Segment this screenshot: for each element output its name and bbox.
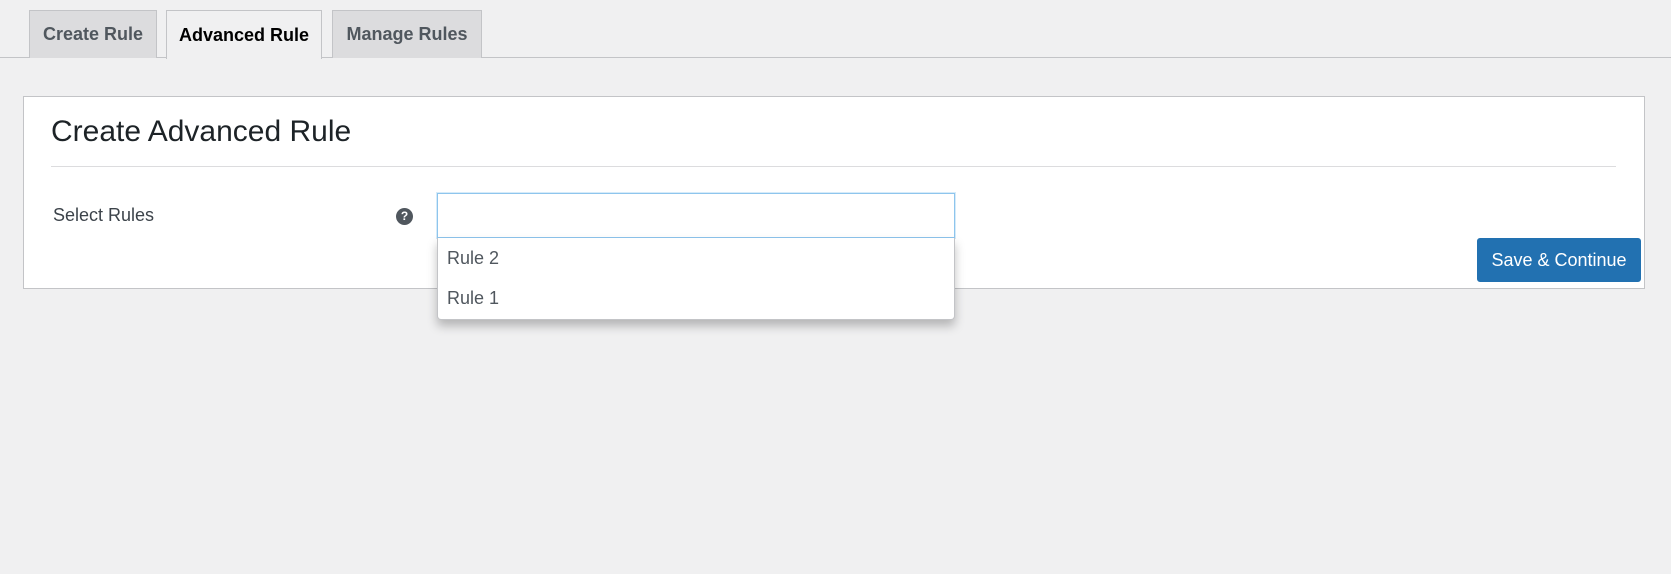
- dropdown-option-rule-2[interactable]: Rule 2: [438, 238, 954, 278]
- advanced-rule-panel: Create Advanced Rule Select Rules ? Rule…: [23, 96, 1645, 320]
- tab-advanced-rule[interactable]: Advanced Rule: [166, 10, 322, 59]
- rules-dropdown: Rule 2 Rule 1: [437, 238, 955, 320]
- dropdown-option-rule-1[interactable]: Rule 1: [438, 278, 954, 318]
- tab-manage-rules[interactable]: Manage Rules: [332, 10, 482, 58]
- select-rules-label: Select Rules: [53, 205, 155, 225]
- tab-bar: Create Rule Advanced Rule Manage Rules: [0, 0, 1671, 59]
- page-title: Create Advanced Rule: [51, 115, 352, 148]
- tab-create-rule[interactable]: Create Rule: [29, 10, 157, 58]
- title-divider: [51, 166, 1616, 167]
- question-help-icon[interactable]: ?: [396, 208, 413, 225]
- select-rules-input[interactable]: [437, 193, 955, 238]
- save-continue-button[interactable]: Save & Continue: [1477, 238, 1641, 282]
